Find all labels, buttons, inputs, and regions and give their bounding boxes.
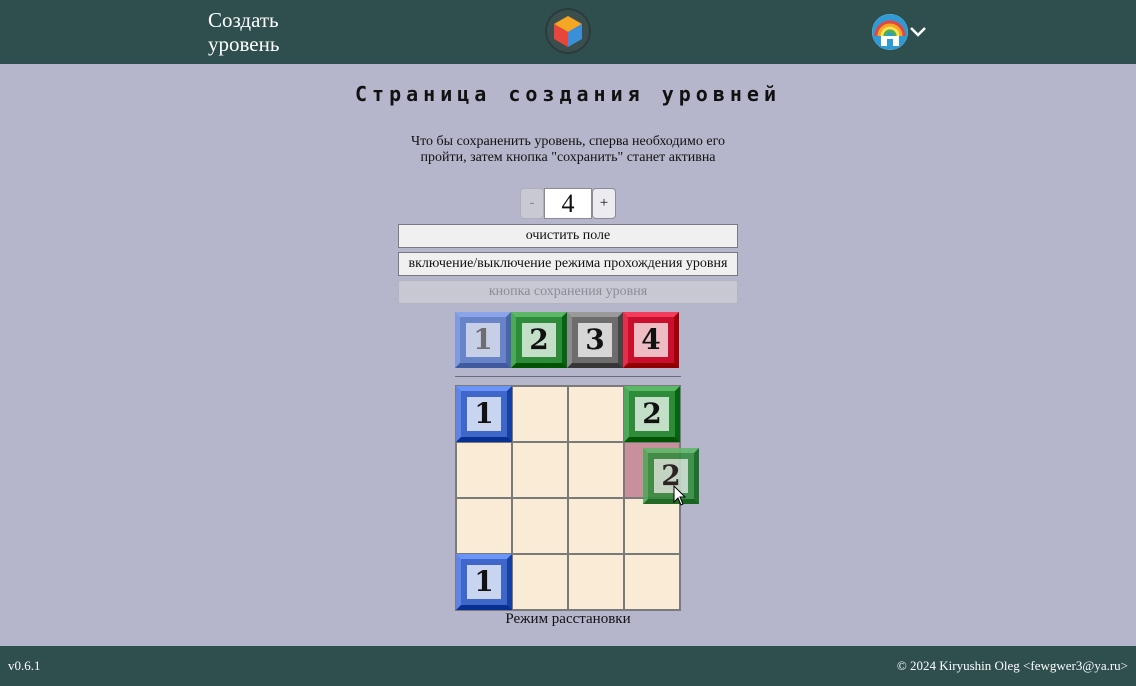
decrease-size-button[interactable]: -	[520, 188, 544, 219]
chevron-down-icon[interactable]	[908, 24, 928, 40]
create-level-link[interactable]: Создать уровень	[208, 8, 328, 56]
tile-number: 4	[634, 323, 668, 357]
board-cell[interactable]	[457, 443, 511, 497]
clear-field-button[interactable]: очистить поле	[398, 224, 738, 248]
top-bar: Создать уровень	[0, 0, 1136, 64]
palette-tile-3[interactable]: 3	[567, 312, 623, 368]
board-cell[interactable]	[457, 499, 511, 553]
tile-number: 1	[467, 565, 501, 599]
mouse-cursor-icon	[673, 484, 687, 512]
footer: v0.6.1 © 2024 Kiryushin Oleg <fewgwer3@y…	[0, 646, 1136, 686]
board-cell[interactable]	[625, 555, 679, 609]
board-cell[interactable]	[569, 443, 623, 497]
board-cell[interactable]	[513, 555, 567, 609]
board-cell[interactable]	[513, 499, 567, 553]
save-hint-text: Что бы сохраненить уровень, сперва необх…	[411, 134, 725, 165]
palette-tile-1[interactable]: 1	[455, 312, 511, 368]
board-cell[interactable]	[513, 387, 567, 441]
board-size-value: 4	[544, 188, 592, 219]
palette-divider	[455, 376, 681, 377]
board-cell[interactable]	[569, 555, 623, 609]
palette-tile-4[interactable]: 4	[623, 312, 679, 368]
increase-size-button[interactable]: +	[592, 188, 616, 219]
board-cell[interactable]	[513, 443, 567, 497]
tile-number: 2	[522, 323, 556, 357]
dragging-tile[interactable]: 2	[643, 448, 699, 504]
board-size-stepper: - 4 +	[520, 188, 616, 219]
mode-label: Режим расстановки	[505, 611, 631, 627]
board-cell[interactable]	[569, 499, 623, 553]
tile-number: 1	[467, 397, 501, 431]
board-cell[interactable]	[625, 499, 679, 553]
board-tile-2[interactable]: 2	[624, 386, 680, 442]
tile-number: 1	[466, 323, 500, 357]
cube-logo-icon[interactable]	[545, 8, 591, 54]
tile-number: 3	[578, 323, 612, 357]
version-label: v0.6.1	[8, 658, 41, 673]
save-level-button[interactable]: кнопка сохранения уровня	[398, 280, 738, 304]
tile-number: 2	[635, 397, 669, 431]
page-title: Страница создания уровней	[354, 82, 782, 106]
board-cell[interactable]	[569, 387, 623, 441]
user-avatar-icon[interactable]	[872, 14, 908, 50]
palette-tile-2[interactable]: 2	[511, 312, 567, 368]
toggle-play-mode-button[interactable]: включение/выключение режима прохождения …	[398, 252, 738, 276]
copyright-label: © 2024 Kiryushin Oleg <fewgwer3@ya.ru>	[896, 658, 1128, 673]
board-tile-1[interactable]: 1	[456, 554, 512, 610]
board-tile-1[interactable]: 1	[456, 386, 512, 442]
